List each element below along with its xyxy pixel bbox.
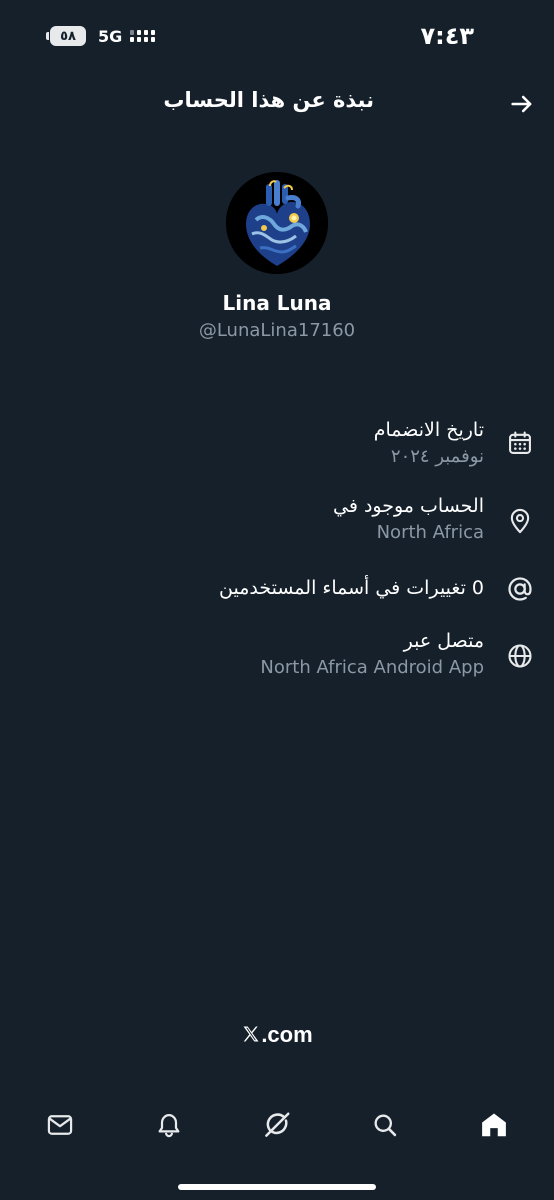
- search-icon: [374, 1114, 397, 1137]
- nav-search[interactable]: [357, 1097, 413, 1153]
- nav-notifications[interactable]: [141, 1097, 197, 1153]
- bell-icon: [158, 1113, 180, 1138]
- info-label: تاريخ الانضمام: [373, 419, 484, 441]
- nav-home[interactable]: [466, 1097, 522, 1153]
- status-bar: ٥٨ 5G ٧:٤٣: [0, 0, 554, 76]
- info-value: نوفمبر ٢٠٢٤: [390, 446, 484, 467]
- about-account-screen: ٥٨ 5G ٧:٤٣ نبذة عن هذا الحساب Lina Luna …: [0, 0, 554, 1200]
- signal-icon: [130, 30, 156, 42]
- grok-icon: [265, 1112, 290, 1137]
- bottom-nav: [0, 1096, 554, 1154]
- info-label: الحساب موجود في: [333, 495, 484, 517]
- battery-indicator: ٥٨: [46, 26, 86, 46]
- info-value: North Africa Android App: [260, 657, 484, 678]
- home-icon: [481, 1113, 506, 1137]
- x-logo-icon: [243, 1026, 259, 1042]
- display-name: Lina Luna: [222, 291, 332, 315]
- calendar-icon: [506, 429, 534, 457]
- page-title: نبذة عن هذا الحساب: [163, 88, 374, 112]
- brand-suffix: .com: [261, 1022, 313, 1047]
- info-row-username-changes: 0 تغييرات في أسماء المستخدمين: [20, 574, 534, 606]
- avatar: [226, 172, 328, 274]
- back-button[interactable]: [508, 90, 536, 118]
- x-com-link[interactable]: .com: [0, 1022, 554, 1048]
- nav-messages[interactable]: [32, 1097, 88, 1153]
- header: نبذة عن هذا الحساب: [0, 76, 554, 134]
- nav-grok[interactable]: [249, 1097, 305, 1153]
- username-handle: @LunaLina17160: [198, 320, 356, 341]
- info-row-connected-via: متصل عبر North Africa Android App: [20, 629, 534, 685]
- at-sign-icon: [506, 575, 534, 603]
- info-row-location: الحساب موجود في North Africa: [20, 494, 534, 550]
- info-label: 0 تغييرات في أسماء المستخدمين: [219, 577, 484, 599]
- network-type: 5G: [98, 26, 123, 46]
- info-label: متصل عبر: [403, 630, 484, 652]
- home-indicator[interactable]: [178, 1184, 376, 1190]
- info-value: North Africa: [376, 522, 484, 543]
- status-time: ٧:٤٣: [420, 22, 474, 50]
- avatar-image: [226, 172, 328, 274]
- status-indicators: ٥٨ 5G: [46, 26, 156, 46]
- mail-icon: [47, 1115, 73, 1135]
- location-pin-icon: [506, 507, 534, 535]
- globe-icon: [506, 642, 534, 670]
- info-row-joined: تاريخ الانضمام نوفمبر ٢٠٢٤: [20, 418, 534, 474]
- arrow-right-icon: [511, 95, 532, 113]
